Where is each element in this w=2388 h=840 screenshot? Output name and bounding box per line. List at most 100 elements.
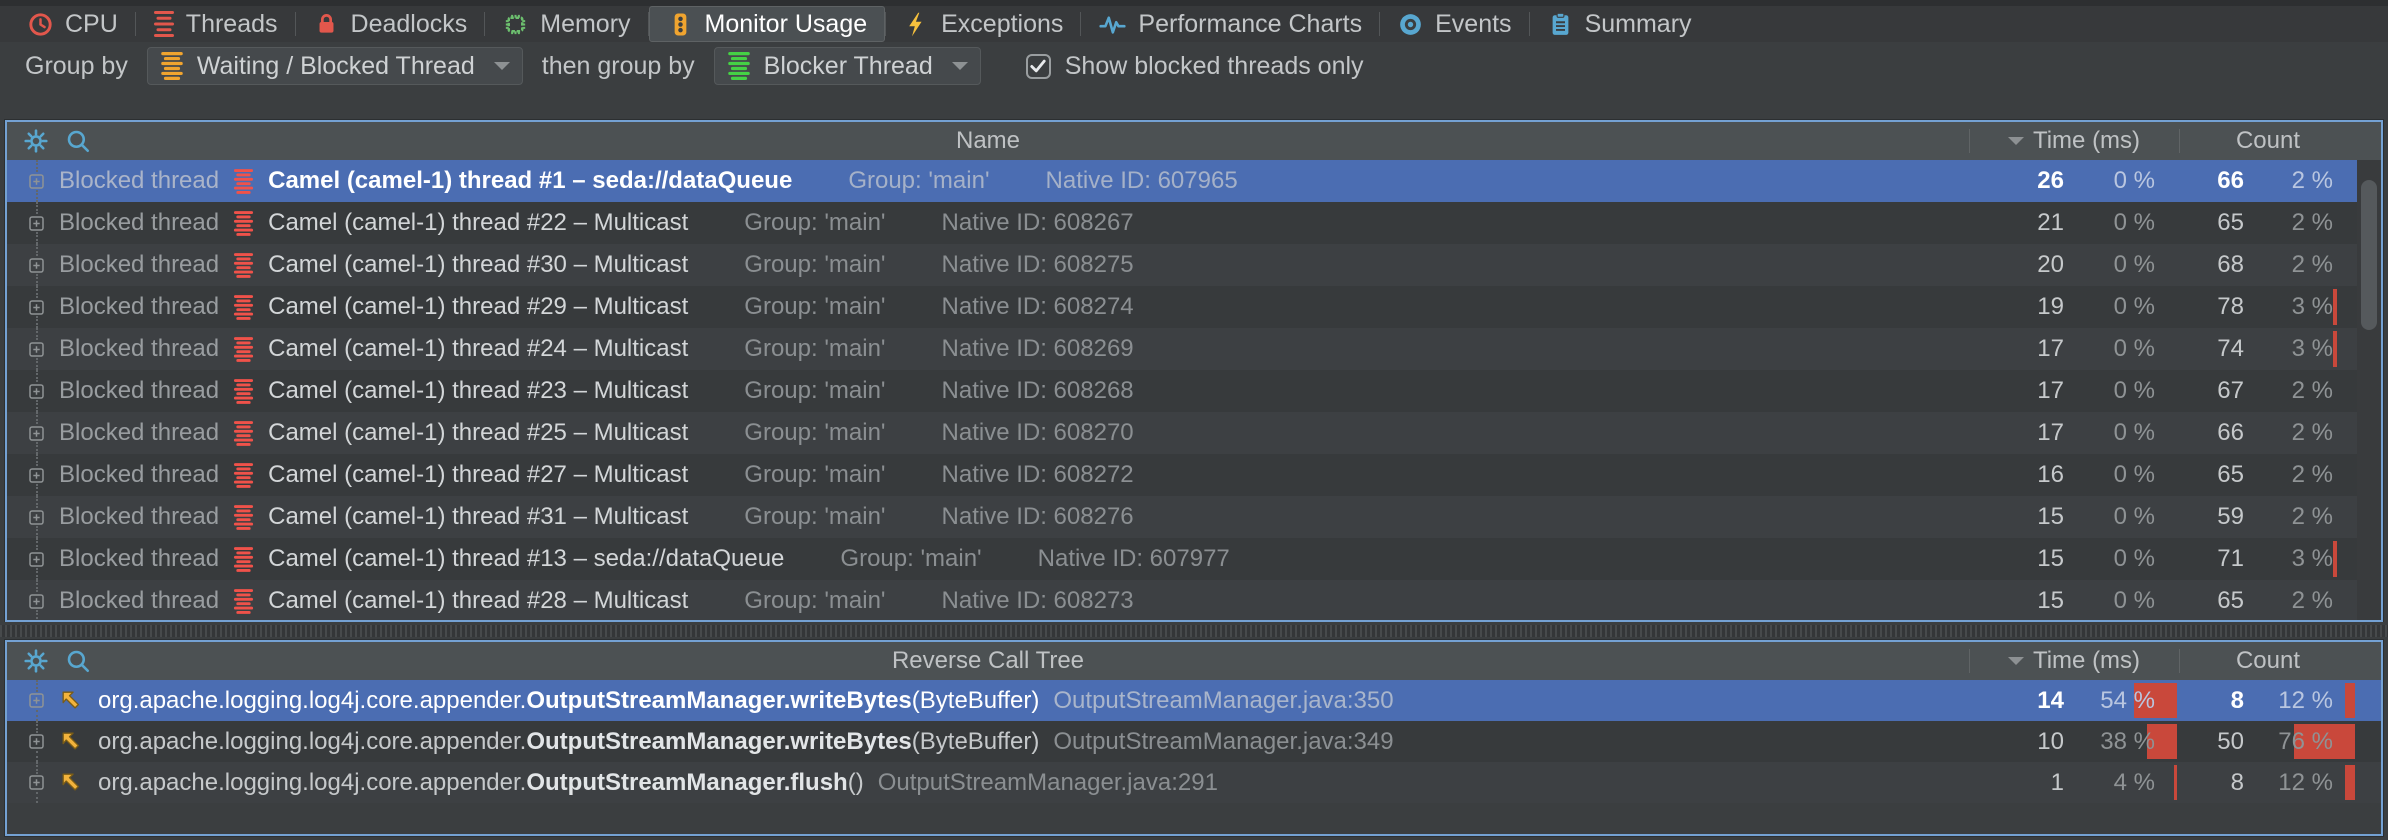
blocked-thread-row[interactable]: Blocked thread Camel (camel-1) thread #3… <box>7 244 2381 286</box>
then-group-by-label: then group by <box>542 52 695 81</box>
search-button[interactable] <box>65 128 91 154</box>
thread-group: Group: 'main' <box>744 503 885 531</box>
blocked-thread-row[interactable]: Blocked thread Camel (camel-1) thread #2… <box>7 202 2381 244</box>
blocked-thread-row[interactable]: Blocked thread Camel (camel-1) thread #2… <box>7 454 2381 496</box>
settings-gear-button[interactable] <box>23 128 49 154</box>
scrollbar-thumb[interactable] <box>2361 180 2377 330</box>
expand-plus-icon[interactable] <box>29 244 45 286</box>
time-value: 26 <box>1969 160 2084 202</box>
thread-group: Group: 'main' <box>744 335 885 363</box>
thread-name: Camel (camel-1) thread #28 – Multicast <box>268 587 688 615</box>
tab-memory[interactable]: Memory <box>485 6 647 42</box>
tab-deadlocks[interactable]: Deadlocks <box>296 6 485 42</box>
calls-table-header: Reverse Call Tree Time (ms) Count <box>7 642 2381 680</box>
time-value: 1 <box>1969 762 2084 803</box>
expand-plus-icon[interactable] <box>29 580 45 620</box>
waiting-blocked-bars-icon <box>160 52 184 80</box>
pulse-icon <box>1098 11 1127 38</box>
tab-events[interactable]: Events <box>1380 6 1528 42</box>
blocked-thread-row[interactable]: Blocked thread Camel (camel-1) thread #3… <box>7 496 2381 538</box>
reverse-call-tree-title: Reverse Call Tree <box>892 647 1084 675</box>
time-percent: 0 % <box>2084 496 2179 538</box>
tab-summary[interactable]: Summary <box>1530 6 1709 42</box>
count-column-header[interactable]: Count <box>2179 642 2357 680</box>
tab-label: Performance Charts <box>1138 10 1362 39</box>
expand-plus-icon[interactable] <box>29 412 45 454</box>
method-package: org.apache.logging.log4j.core.appender. <box>98 769 526 796</box>
blocked-thread-row[interactable]: Blocked thread Camel (camel-1) thread #2… <box>7 286 2381 328</box>
time-value: 15 <box>1969 538 2084 580</box>
expand-plus-icon[interactable] <box>29 538 45 580</box>
blocked-thread-row[interactable]: Blocked thread Camel (camel-1) thread #2… <box>7 328 2381 370</box>
time-column-header[interactable]: Time (ms) <box>1969 642 2179 680</box>
show-blocked-threads-checkbox[interactable] <box>1026 54 1051 79</box>
time-percent: 38 % <box>2084 721 2179 762</box>
blocked-thread-row[interactable]: Blocked thread Camel (camel-1) thread #1… <box>7 160 2381 202</box>
blocked-thread-bars-icon <box>233 252 254 279</box>
view-tabbar: CPUThreadsDeadlocksMemoryMonitor UsageEx… <box>0 0 2388 42</box>
blocked-thread-row[interactable]: Blocked thread Camel (camel-1) thread #2… <box>7 370 2381 412</box>
group-by-dropdown[interactable]: Waiting / Blocked Thread <box>147 47 523 85</box>
source-location: OutputStreamManager.java:291 <box>878 769 1218 796</box>
memory-chip-icon <box>502 11 529 38</box>
settings-gear-button[interactable] <box>23 648 49 674</box>
count-value: 50 <box>2179 721 2264 762</box>
time-value: 21 <box>1969 202 2084 244</box>
count-percent: 2 % <box>2264 202 2357 244</box>
time-value: 19 <box>1969 286 2084 328</box>
tab-exceptions[interactable]: Exceptions <box>886 6 1080 42</box>
expand-plus-icon[interactable] <box>29 328 45 370</box>
expand-plus-icon[interactable] <box>29 496 45 538</box>
count-value: 71 <box>2179 538 2264 580</box>
tab-monitor-usage[interactable]: Monitor Usage <box>649 6 886 42</box>
panel-splitter[interactable] <box>0 622 2388 640</box>
expand-plus-icon[interactable] <box>29 762 45 803</box>
percent-bar <box>2345 765 2355 800</box>
time-column-header[interactable]: Time (ms) <box>1969 122 2179 160</box>
sort-desc-icon <box>2008 657 2024 673</box>
expand-plus-icon[interactable] <box>29 202 45 244</box>
then-group-by-dropdown[interactable]: Blocker Thread <box>714 47 981 85</box>
expand-plus-icon[interactable] <box>29 721 45 762</box>
blocked-thread-row[interactable]: Blocked thread Camel (camel-1) thread #2… <box>7 412 2381 454</box>
call-tree-row[interactable]: org.apache.logging.log4j.core.appender.O… <box>7 762 2381 803</box>
count-percent: 3 % <box>2264 538 2357 580</box>
thread-native-id: Native ID: 608272 <box>942 461 1134 489</box>
call-tree-row[interactable]: org.apache.logging.log4j.core.appender.O… <box>7 680 2381 721</box>
expand-plus-icon[interactable] <box>29 680 45 721</box>
count-value: 66 <box>2179 160 2264 202</box>
thread-name: Camel (camel-1) thread #31 – Multicast <box>268 503 688 531</box>
count-value: 65 <box>2179 454 2264 496</box>
check-icon <box>1029 58 1047 74</box>
count-percent: 12 % <box>2264 680 2357 721</box>
blocked-thread-row[interactable]: Blocked thread Camel (camel-1) thread #2… <box>7 580 2381 620</box>
method-name: OutputStreamManager.flush <box>526 769 847 796</box>
count-percent: 12 % <box>2264 762 2357 803</box>
vertical-scrollbar[interactable] <box>2357 160 2381 620</box>
sort-desc-icon <box>2008 137 2024 153</box>
search-button[interactable] <box>65 648 91 674</box>
tab-cpu[interactable]: CPU <box>10 6 135 42</box>
tab-performance-charts[interactable]: Performance Charts <box>1081 6 1379 42</box>
expand-plus-icon[interactable] <box>29 160 45 202</box>
show-blocked-threads-label: Show blocked threads only <box>1065 52 1364 81</box>
time-value: 15 <box>1969 496 2084 538</box>
thread-group: Group: 'main' <box>744 461 885 489</box>
expand-plus-icon[interactable] <box>29 370 45 412</box>
chevron-down-icon <box>952 62 968 78</box>
time-value: 14 <box>1969 680 2084 721</box>
count-value: 68 <box>2179 244 2264 286</box>
thread-native-id: Native ID: 607977 <box>1038 545 1230 573</box>
count-column-header[interactable]: Count <box>2179 122 2357 160</box>
filter-bar: Group by Waiting / Blocked Thread then g… <box>0 42 2388 90</box>
call-tree-row[interactable]: org.apache.logging.log4j.core.appender.O… <box>7 721 2381 762</box>
thread-group: Group: 'main' <box>744 419 885 447</box>
tab-threads[interactable]: Threads <box>136 6 295 42</box>
expand-plus-icon[interactable] <box>29 454 45 496</box>
blocked-thread-row[interactable]: Blocked thread Camel (camel-1) thread #1… <box>7 538 2381 580</box>
expand-plus-icon[interactable] <box>29 286 45 328</box>
percent-bar <box>2333 541 2337 577</box>
thread-group: Group: 'main' <box>744 209 885 237</box>
time-percent: 54 % <box>2084 680 2179 721</box>
name-column-header[interactable]: Name <box>956 127 1020 155</box>
